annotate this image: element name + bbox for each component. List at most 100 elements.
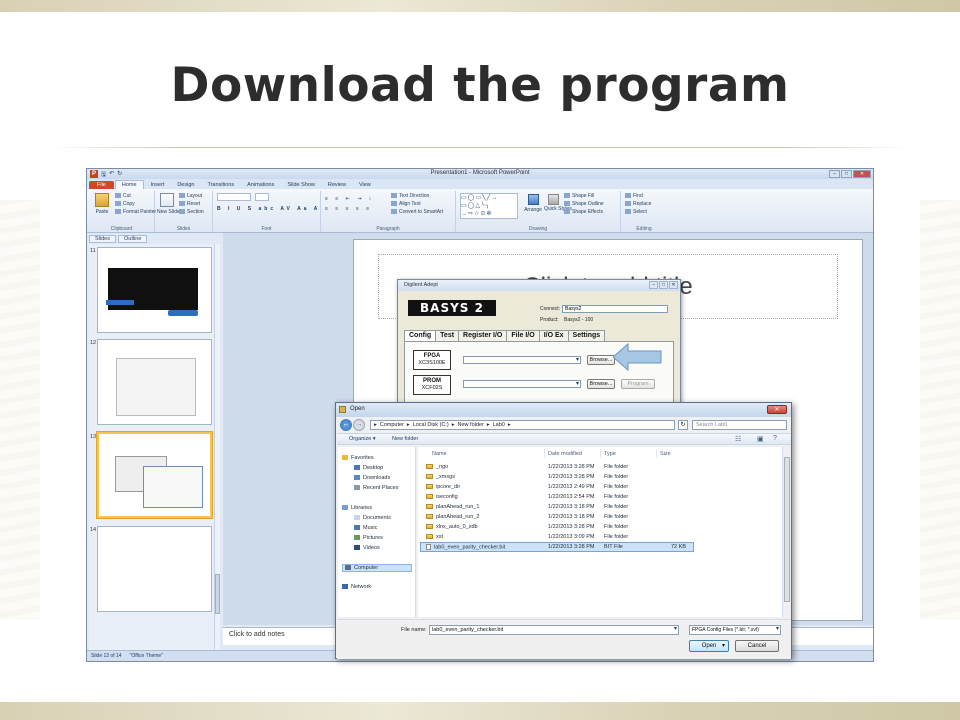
- tab-slide-show[interactable]: Slide Show: [281, 181, 321, 189]
- nav-music[interactable]: Music: [354, 525, 377, 531]
- nav-documents[interactable]: Documents: [354, 515, 391, 521]
- nav-videos[interactable]: Videos: [354, 545, 380, 551]
- cut-button[interactable]: Cut: [115, 192, 156, 200]
- tab-test[interactable]: Test: [435, 330, 460, 341]
- table-row[interactable]: planAhead_run_1 1/22/2013 3:18 PM File f…: [420, 502, 780, 512]
- table-row[interactable]: xst 1/22/2013 3:09 PM File folder: [420, 532, 780, 542]
- filetype-select[interactable]: FPGA Config Files (*.bit; *.svf): [689, 625, 781, 635]
- minimize-button[interactable]: –: [829, 170, 840, 178]
- layout-button[interactable]: Layout: [179, 192, 204, 200]
- connect-select[interactable]: Basys2: [562, 305, 668, 313]
- find-button[interactable]: Find: [625, 192, 651, 200]
- arrange-button[interactable]: Arrange: [522, 192, 544, 214]
- forward-button[interactable]: →: [353, 419, 365, 431]
- slide-thumbnail-14[interactable]: [97, 526, 212, 612]
- breadcrumb-computer[interactable]: Computer: [380, 421, 404, 429]
- convert-smartart-button[interactable]: Convert to SmartArt: [391, 208, 443, 216]
- nav-recent-places[interactable]: Recent Places: [354, 485, 398, 491]
- column-type[interactable]: Type: [604, 451, 616, 457]
- column-name[interactable]: Name: [432, 451, 447, 457]
- nav-network[interactable]: Network: [342, 584, 371, 590]
- select-button[interactable]: Select: [625, 208, 651, 216]
- adept-close-button[interactable]: ✕: [669, 281, 678, 289]
- shapes-gallery[interactable]: ▭◯▭╲╱→ ▭◯△╰╮ →⇨☆⊙✲: [460, 193, 518, 219]
- fpga-file-select[interactable]: [463, 356, 581, 364]
- tab-insert[interactable]: Insert: [145, 181, 171, 189]
- tab-file-io[interactable]: File I/O: [506, 330, 540, 341]
- tab-file[interactable]: File: [89, 181, 114, 189]
- replace-button[interactable]: Replace: [625, 200, 651, 208]
- scroll-thumb[interactable]: [215, 574, 220, 614]
- nav-downloads[interactable]: Downloads: [354, 475, 390, 481]
- open-button[interactable]: Open ▾: [689, 640, 729, 652]
- file-list-scrollbar[interactable]: [782, 447, 790, 617]
- tab-config[interactable]: Config: [404, 330, 437, 341]
- breadcrumb-local-disk[interactable]: Local Disk (C:): [413, 421, 449, 429]
- copy-button[interactable]: Copy: [115, 200, 156, 208]
- breadcrumb-lab0[interactable]: Lab0: [493, 421, 505, 429]
- list-buttons[interactable]: ≡ ≡ ⇤ ⇥ ↕: [325, 195, 374, 203]
- search-input[interactable]: Search Lab0: [692, 420, 787, 430]
- tab-animations[interactable]: Animations: [241, 181, 280, 189]
- column-date[interactable]: Date modified: [548, 451, 582, 457]
- tab-register-io[interactable]: Register I/O: [458, 330, 508, 341]
- fpga-browse-button[interactable]: Browse...: [587, 355, 615, 365]
- close-button[interactable]: ✕: [853, 170, 871, 178]
- tab-home[interactable]: Home: [114, 180, 144, 189]
- prom-browse-button[interactable]: Browse...: [587, 379, 615, 389]
- adept-maximize-button[interactable]: □: [659, 281, 668, 289]
- filename-input[interactable]: lab0_even_parity_checker.bit: [429, 625, 679, 635]
- table-row[interactable]: planAhead_run_2 1/22/2013 3:18 PM File f…: [420, 512, 780, 522]
- tab-settings[interactable]: Settings: [567, 330, 606, 341]
- shape-effects-button[interactable]: Shape Effects: [564, 208, 604, 216]
- table-row[interactable]: xlnx_auto_0_xdb 1/22/2013 3:28 PM File f…: [420, 522, 780, 532]
- tab-view[interactable]: View: [353, 181, 377, 189]
- format-painter-button[interactable]: Format Painter: [115, 208, 156, 216]
- slide-thumbnail-12[interactable]: [97, 339, 212, 425]
- font-size-box[interactable]: [255, 193, 269, 201]
- align-buttons[interactable]: ≡ ≡ ≡ ≡ ≡: [325, 205, 372, 213]
- table-row[interactable]: ipcore_dir 1/22/2013 2:49 PM File folder: [420, 482, 780, 492]
- help-icon[interactable]: ?: [773, 435, 777, 442]
- text-direction-button[interactable]: Text Direction: [391, 192, 443, 200]
- view-options-icon[interactable]: ☷: [735, 435, 741, 443]
- font-name-box[interactable]: [217, 193, 251, 201]
- table-row[interactable]: _ngo 1/22/2013 3:28 PM File folder: [420, 462, 780, 472]
- nav-computer[interactable]: Computer: [342, 564, 412, 572]
- new-folder-button[interactable]: New folder: [392, 436, 418, 442]
- shape-outline-button[interactable]: Shape Outline: [564, 200, 604, 208]
- adept-minimize-button[interactable]: –: [649, 281, 658, 289]
- nav-desktop[interactable]: Desktop: [354, 465, 383, 471]
- quick-styles-button[interactable]: Quick Styles: [544, 192, 572, 212]
- cancel-button[interactable]: Cancel: [735, 640, 779, 652]
- scroll-thumb[interactable]: [784, 457, 790, 602]
- tab-review[interactable]: Review: [322, 181, 352, 189]
- slide-thumbnail-11[interactable]: [97, 247, 212, 333]
- table-row[interactable]: _xmsgs 1/22/2013 3:28 PM File folder: [420, 472, 780, 482]
- new-slide-button[interactable]: New Slide: [157, 191, 180, 216]
- align-text-button[interactable]: Align Text: [391, 200, 443, 208]
- nav-favorites[interactable]: Favorites: [342, 455, 374, 461]
- organize-button[interactable]: Organize ▾: [349, 436, 376, 442]
- thumbnails-scrollbar[interactable]: [214, 244, 220, 652]
- tab-io-ex[interactable]: I/O Ex: [538, 330, 569, 341]
- prom-file-select[interactable]: [463, 380, 581, 388]
- slide-thumbnail-13[interactable]: [97, 432, 212, 518]
- column-size[interactable]: Size: [660, 451, 671, 457]
- maximize-button[interactable]: □: [841, 170, 852, 178]
- table-row[interactable]: lab0_even_parity_checker.bit 1/22/2013 3…: [420, 542, 694, 552]
- refresh-icon[interactable]: ↻: [678, 420, 688, 430]
- nav-libraries[interactable]: Libraries: [342, 505, 372, 511]
- back-button[interactable]: ←: [340, 419, 352, 431]
- breadcrumb-new-folder[interactable]: New folder: [458, 421, 484, 429]
- tab-outline[interactable]: Outline: [117, 235, 148, 243]
- section-button[interactable]: Section: [179, 208, 204, 216]
- font-format-buttons[interactable]: B I U S abc AV Aa A: [217, 205, 320, 213]
- reset-button[interactable]: Reset: [179, 200, 204, 208]
- tab-design[interactable]: Design: [171, 181, 200, 189]
- paste-button[interactable]: Paste: [92, 191, 112, 216]
- nav-pictures[interactable]: Pictures: [354, 535, 383, 541]
- prom-program-button[interactable]: Program: [621, 379, 655, 389]
- preview-pane-icon[interactable]: ▣: [757, 435, 764, 443]
- table-row[interactable]: iseconfig 1/22/2013 2:54 PM File folder: [420, 492, 780, 502]
